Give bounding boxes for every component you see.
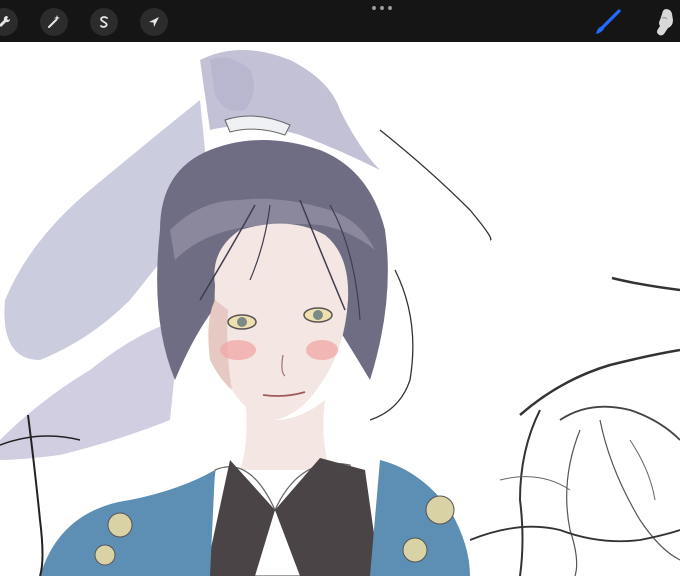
- top-toolbar: [0, 0, 680, 42]
- ellipsis-icon[interactable]: [372, 2, 392, 14]
- wrench-icon[interactable]: [0, 8, 18, 36]
- drawing-canvas[interactable]: [0, 42, 680, 576]
- arrow-cursor-icon[interactable]: [140, 8, 168, 36]
- magic-wand-icon[interactable]: [40, 8, 68, 36]
- selection-s-icon[interactable]: [90, 8, 118, 36]
- smudge-finger-icon[interactable]: [648, 6, 680, 38]
- character-illustration: [0, 50, 680, 576]
- brush-icon[interactable]: [592, 6, 624, 38]
